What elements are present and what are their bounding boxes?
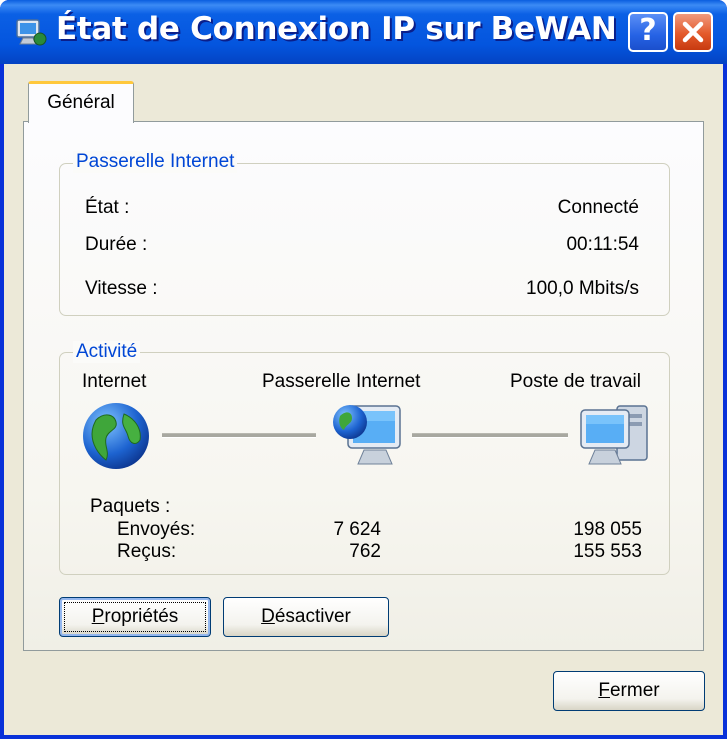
- properties-button[interactable]: Propriétés: [59, 597, 211, 637]
- focus-rectangle: [64, 602, 206, 632]
- duration-value: 00:11:54: [566, 234, 639, 255]
- help-button[interactable]: ?: [628, 12, 668, 52]
- node-label-gateway: Passerelle Internet: [262, 371, 421, 392]
- connection-line-2: [412, 433, 568, 438]
- workstation-computer-icon: [580, 405, 648, 465]
- close-icon: [682, 21, 704, 43]
- disable-label: ésactiver: [274, 606, 351, 627]
- duration-label: Durée :: [85, 234, 148, 255]
- tab-general[interactable]: Général: [28, 81, 134, 123]
- received-workstation-value: 155 553: [573, 541, 642, 562]
- sent-workstation-value: 198 055: [573, 519, 642, 540]
- speed-label: Vitesse :: [85, 278, 158, 299]
- network-connection-icon: [16, 19, 47, 46]
- disable-button[interactable]: Désactiver: [223, 597, 389, 637]
- sent-gateway-value: 7 624: [333, 519, 381, 540]
- disable-mnemonic: D: [261, 606, 275, 627]
- state-value: Connecté: [557, 197, 639, 218]
- globe-icon: [83, 403, 149, 469]
- close-window-button[interactable]: [673, 12, 713, 52]
- node-label-internet: Internet: [82, 371, 147, 392]
- node-label-workstation: Poste de travail: [510, 371, 641, 392]
- sent-label: Envoyés:: [117, 519, 196, 540]
- gateway-group-legend: Passerelle Internet: [73, 151, 238, 173]
- speed-value: 100,0 Mbits/s: [526, 278, 639, 299]
- help-icon: ?: [639, 13, 657, 48]
- activity-group-legend: Activité: [73, 341, 141, 363]
- tab-general-label: Général: [47, 92, 115, 113]
- packets-label: Paquets :: [90, 496, 171, 517]
- state-label: État :: [85, 197, 130, 218]
- title-bar[interactable]: État de Connexion IP sur BeWAN ?: [0, 0, 727, 64]
- dialog-window: État de Connexion IP sur BeWAN ? Général…: [0, 0, 727, 739]
- connection-line-1: [162, 433, 316, 438]
- close-label: ermer: [609, 680, 660, 701]
- close-button[interactable]: Fermer: [553, 671, 705, 711]
- close-mnemonic: F: [598, 680, 610, 701]
- gateway-computer-icon: [333, 405, 401, 465]
- window-title: État de Connexion IP sur BeWAN: [56, 11, 617, 47]
- received-gateway-value: 762: [349, 541, 381, 562]
- received-label: Reçus:: [117, 541, 177, 562]
